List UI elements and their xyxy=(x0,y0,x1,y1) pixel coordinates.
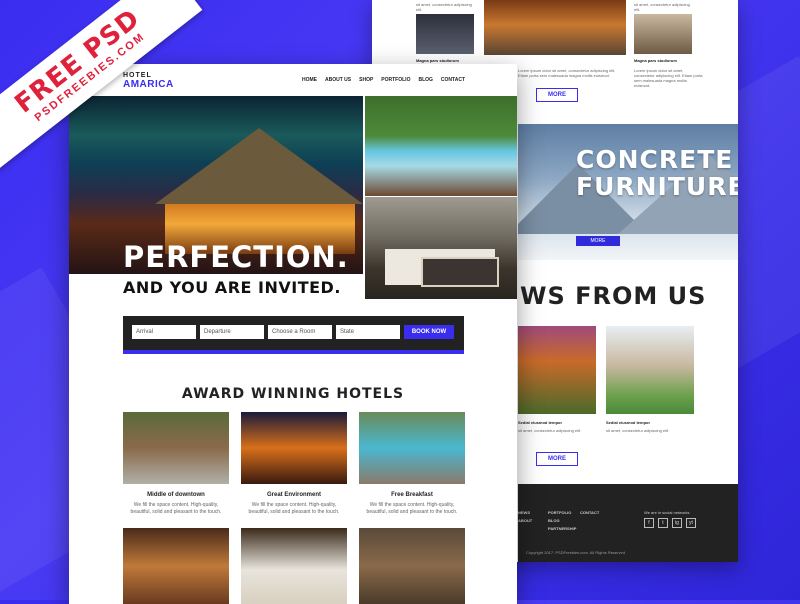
news-section-title: WS FROM US xyxy=(520,282,707,310)
main-menu: HOME ABOUT US SHOP PORTFOLIO BLOG CONTAC… xyxy=(302,77,465,83)
top-description: Lorem ipsum dolor sit amet, consectetur … xyxy=(518,68,616,78)
top-item-title: Magna pars studiorum xyxy=(416,58,459,63)
news-item-title: Sedial eiusmod tempor xyxy=(606,420,651,425)
top-item-desc: sit amet, consectetur adipiscing elit. xyxy=(416,2,472,12)
bed-cover-shape xyxy=(421,257,499,287)
hotel-card-image[interactable] xyxy=(359,528,465,604)
hotel-card-image[interactable] xyxy=(359,412,465,484)
pool-image xyxy=(365,96,517,196)
departure-field[interactable]: Departure xyxy=(200,325,264,339)
twitter-icon[interactable]: t xyxy=(658,518,668,528)
footer: NEWS ABOUT PORTFOLIO BLOG PARTNERSHIP CO… xyxy=(518,484,738,562)
book-now-button[interactable]: BOOK NOW xyxy=(404,325,454,339)
footer-link[interactable]: PARTNERSHIP xyxy=(548,526,576,531)
front-page-mockup: HOTEL AMARICA HOME ABOUT US SHOP PORTFOL… xyxy=(69,64,517,604)
section-title: AWARD WINNING HOTELS xyxy=(181,386,405,402)
footer-link[interactable]: BLOG xyxy=(548,518,560,523)
thumbnail-image xyxy=(484,0,626,55)
hotel-card-image[interactable] xyxy=(123,412,229,484)
footer-col-portfolio[interactable]: PORTFOLIO xyxy=(548,510,571,515)
room-select[interactable]: Choose a Room xyxy=(268,325,332,339)
banner-more-button[interactable]: MORE xyxy=(576,236,620,246)
instagram-icon[interactable]: ig xyxy=(672,518,682,528)
menu-item-blog[interactable]: BLOG xyxy=(418,77,432,83)
hotel-card-image[interactable] xyxy=(241,528,347,604)
state-select[interactable]: State xyxy=(336,325,400,339)
card-title: Free Breakfast xyxy=(391,492,433,498)
copyright: Copyright 2017. PSDFreebies.com. All Rig… xyxy=(526,550,625,555)
arrival-field[interactable]: Arrival xyxy=(132,325,196,339)
news-image xyxy=(606,326,694,414)
roof-shape xyxy=(155,128,363,204)
banner-title: CONCRETE FURNITURE xyxy=(576,145,738,201)
card-title: Great Environment xyxy=(266,492,321,498)
hotel-card-image[interactable] xyxy=(241,412,347,484)
more-button[interactable]: MORE xyxy=(536,88,578,102)
bedroom-image xyxy=(365,197,517,299)
card-desc: We fill the space content. High-quality,… xyxy=(248,502,340,515)
card-title: Middle of downtown xyxy=(147,492,205,498)
thumbnail-image xyxy=(634,14,692,54)
top-nav: HOTEL AMARICA HOME ABOUT US SHOP PORTFOL… xyxy=(69,64,517,96)
news-image xyxy=(518,326,596,414)
more-button[interactable]: MORE xyxy=(536,452,578,466)
card-desc: We fill the space content. High-quality,… xyxy=(130,502,222,515)
news-item-title: Sedial eiusmod tempor xyxy=(518,420,563,425)
hotel-card-image[interactable] xyxy=(123,528,229,604)
menu-item-portfolio[interactable]: PORTFOLIO xyxy=(381,77,410,83)
menu-item-contact[interactable]: CONTACT xyxy=(441,77,465,83)
concrete-furniture-banner: CONCRETE FURNITURE MORE xyxy=(518,124,738,260)
hotel-logo[interactable]: HOTEL AMARICA xyxy=(123,71,174,90)
menu-item-shop[interactable]: SHOP xyxy=(359,77,373,83)
booking-bar: Arrival Departure Choose a Room State BO… xyxy=(123,316,464,354)
top-item-desc: sit amet, consectetur adipiscing elit. xyxy=(634,2,690,12)
hero-subline: AND YOU ARE INVITED. xyxy=(123,278,341,297)
social-label: We are in social networks xyxy=(644,510,690,515)
menu-item-home[interactable]: HOME xyxy=(302,77,317,83)
footer-link[interactable]: ABOUT xyxy=(518,518,532,523)
youtube-icon[interactable]: yt xyxy=(686,518,696,528)
top-description: Lorem ipsum dolor sit amet, consectetur … xyxy=(634,68,703,88)
footer-col-contact[interactable]: CONTACT xyxy=(580,510,599,515)
news-item-desc: sit amet, consectetur adipiscing elit. xyxy=(518,428,582,433)
logo-line2: AMARICA xyxy=(123,79,174,90)
thumbnail-image xyxy=(416,14,474,54)
menu-item-about[interactable]: ABOUT US xyxy=(325,77,351,83)
card-desc: We fill the space content. High-quality,… xyxy=(366,502,458,515)
footer-link[interactable]: NEWS xyxy=(518,510,530,515)
facebook-icon[interactable]: f xyxy=(644,518,654,528)
news-item-desc: sit amet, consectetur adipiscing elit. xyxy=(606,428,670,433)
top-item-title: Magna pars studiorum xyxy=(634,58,677,63)
hero-headline: PERFECTION. xyxy=(123,240,349,274)
